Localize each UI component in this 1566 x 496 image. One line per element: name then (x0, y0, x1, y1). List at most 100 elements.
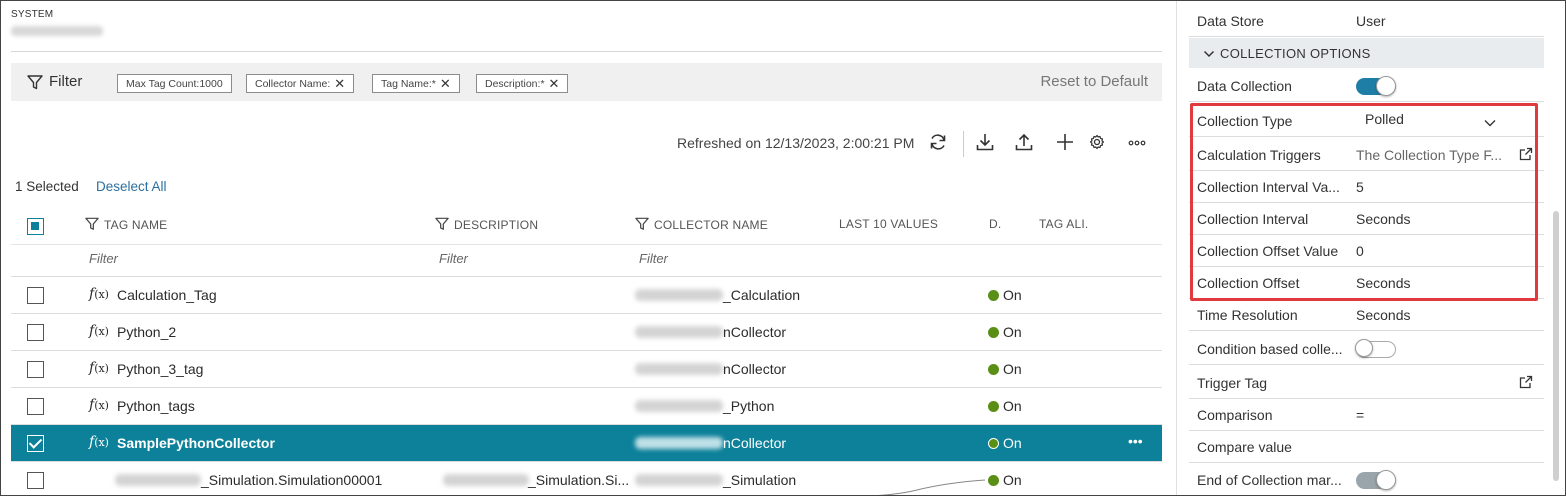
table-row[interactable]: _Simulation.Simulation00001 _Simulation.… (11, 462, 1162, 495)
row-checkbox[interactable] (27, 287, 44, 304)
collector-name-filter-input[interactable]: Filter (639, 251, 668, 266)
chevron-down-icon[interactable] (1203, 47, 1215, 62)
external-link-icon[interactable] (1519, 147, 1533, 164)
prop-label: Data Collection (1197, 78, 1292, 94)
funnel-icon[interactable] (635, 217, 649, 234)
collection-type-select[interactable]: Polled (1365, 111, 1404, 127)
collection-interval-field[interactable]: Seconds (1356, 211, 1410, 227)
tag-name[interactable]: Python_tags (117, 398, 195, 414)
system-label: SYSTEM (11, 9, 54, 20)
tag-name[interactable]: _Simulation.Simulation00001 (201, 472, 382, 488)
redacted-text (635, 437, 723, 449)
chip-collector-name[interactable]: Collector Name: ✕ (246, 74, 355, 93)
deselect-all-link[interactable]: Deselect All (96, 179, 167, 194)
prop-collection-interval-value: Collection Interval Va... 5 (1189, 171, 1544, 203)
reset-to-default-button[interactable]: Reset to Default (1040, 73, 1148, 90)
table-row[interactable]: f(x) Python_2 nCollector On (11, 314, 1162, 351)
prop-value: Seconds (1356, 307, 1411, 323)
prop-collection-offset: Collection Offset Seconds (1189, 267, 1544, 299)
add-icon[interactable] (1055, 132, 1077, 154)
chip-max-tag-count[interactable]: Max Tag Count:1000 (117, 74, 232, 93)
chip-label: Tag Name:* (381, 78, 436, 90)
chip-description[interactable]: Description:* ✕ (476, 74, 569, 93)
prop-end-of-collection: End of Collection mar... (1189, 464, 1544, 495)
collector-name: _Simulation (723, 472, 797, 488)
column-filter-row: Filter Filter Filter (11, 245, 1162, 277)
system-name-redacted (11, 26, 103, 36)
data-collection-toggle[interactable] (1356, 76, 1396, 96)
scrollbar[interactable] (1553, 211, 1559, 481)
column-header-description[interactable]: DESCRIPTION (435, 217, 538, 234)
table-row[interactable]: f(x) Calculation_Tag _Calculation On (11, 277, 1162, 314)
prop-value: = (1356, 407, 1365, 423)
close-icon[interactable]: ✕ (334, 77, 345, 90)
collection-interval-value-field[interactable]: 5 (1356, 179, 1364, 195)
more-icon[interactable] (1127, 132, 1149, 154)
condition-based-toggle[interactable] (1355, 339, 1396, 358)
prop-label: End of Collection mar... (1197, 472, 1342, 488)
prop-label: Collection Offset (1197, 275, 1300, 291)
column-header-tag-name[interactable]: TAG NAME (85, 217, 167, 234)
collection-offset-value-field[interactable]: 0 (1356, 243, 1364, 259)
column-header-collector-name[interactable]: COLLECTOR NAME (635, 217, 768, 234)
table-row[interactable]: f(x) Python_tags _Python On (11, 388, 1162, 425)
table-row-selected[interactable]: f(x) SamplePythonCollector nCollector On… (11, 425, 1162, 462)
tag-name[interactable]: Python_2 (117, 324, 176, 340)
prop-data-store: Data Store User (1189, 5, 1544, 37)
prop-label: Compare value (1197, 439, 1292, 455)
collector-name: nCollector (723, 361, 787, 377)
status-text: On (1003, 324, 1022, 340)
funnel-icon[interactable] (85, 217, 99, 234)
upload-icon[interactable] (1014, 132, 1036, 154)
tag-name[interactable]: Python_3_tag (117, 361, 203, 377)
close-icon[interactable]: ✕ (549, 77, 560, 90)
function-icon: f(x) (89, 360, 109, 376)
row-checkbox[interactable] (27, 472, 44, 489)
column-header-d[interactable]: D. (989, 217, 1001, 231)
sparkline (877, 479, 986, 495)
toggle-knob (1355, 339, 1373, 357)
row-more-icon[interactable]: ••• (1128, 433, 1143, 449)
column-header-tag-alias[interactable]: TAG ALI. (1039, 217, 1088, 231)
description-filter-input[interactable]: Filter (439, 251, 468, 266)
chevron-down-icon[interactable] (1483, 116, 1497, 131)
tag-name[interactable]: SamplePythonCollector (117, 435, 275, 451)
collection-options-section[interactable]: COLLECTION OPTIONS (1189, 38, 1544, 68)
refresh-icon[interactable] (928, 132, 950, 154)
end-of-collection-toggle[interactable] (1356, 470, 1396, 490)
tag-name[interactable]: Calculation_Tag (117, 287, 217, 303)
function-icon: f(x) (89, 434, 109, 450)
row-checkbox[interactable] (27, 361, 44, 378)
row-checkbox-checked[interactable] (27, 435, 44, 452)
external-link-icon[interactable] (1519, 375, 1533, 392)
collector-name: nCollector (723, 435, 787, 451)
download-icon[interactable] (975, 132, 997, 154)
filter-bar: Filter Max Tag Count:1000 Collector Name… (11, 63, 1162, 101)
prop-collection-type: Collection Type Polled (1189, 105, 1544, 137)
prop-label: Collection Interval (1197, 211, 1309, 227)
chip-label: Description:* (485, 78, 545, 90)
funnel-icon[interactable] (27, 75, 43, 93)
prop-label: Trigger Tag (1197, 375, 1268, 391)
prop-label: Calculation Triggers (1197, 147, 1321, 163)
column-header-last-10-values[interactable]: LAST 10 VALUES (839, 217, 938, 231)
settings-icon[interactable] (1087, 132, 1109, 154)
tag-name-filter-input[interactable]: Filter (89, 251, 118, 266)
row-checkbox[interactable] (27, 398, 44, 415)
redacted-text (635, 326, 723, 338)
status-dot-icon (988, 364, 999, 375)
select-all-checkbox[interactable] (27, 218, 44, 235)
chip-tag-name[interactable]: Tag Name:* ✕ (372, 74, 460, 93)
prop-label: Data Store (1197, 13, 1264, 29)
collection-offset-field[interactable]: Seconds (1356, 275, 1410, 291)
close-icon[interactable]: ✕ (440, 77, 451, 90)
prop-trigger-tag: Trigger Tag (1189, 367, 1544, 399)
status-dot-icon (988, 290, 999, 301)
table-row[interactable]: f(x) Python_3_tag nCollector On (11, 351, 1162, 388)
row-checkbox[interactable] (27, 324, 44, 341)
prop-label: Collection Type (1197, 113, 1293, 129)
funnel-icon[interactable] (435, 217, 449, 234)
prop-value: User (1356, 13, 1386, 29)
app-window: SYSTEM Filter Max Tag Count:1000 Collect… (0, 0, 1566, 496)
filter-label[interactable]: Filter (49, 73, 82, 90)
